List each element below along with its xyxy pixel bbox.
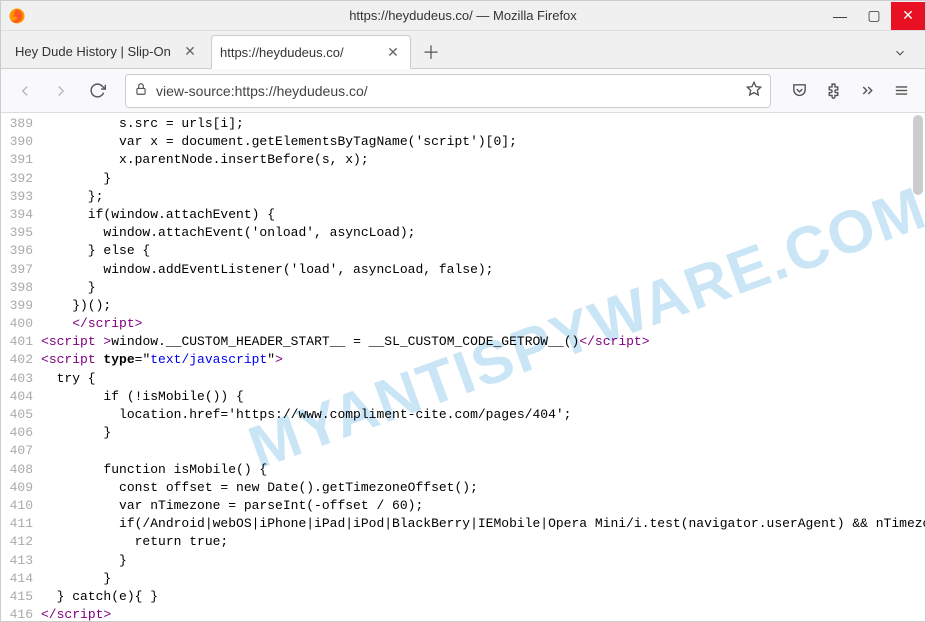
tab-bar: Hey Dude History | Slip-On ✕ https://hey… bbox=[1, 31, 925, 69]
url-bar[interactable] bbox=[125, 74, 771, 108]
tab-label: Hey Dude History | Slip-On bbox=[15, 44, 177, 59]
titlebar: https://heydudeus.co/ — Mozilla Firefox … bbox=[1, 1, 925, 31]
source-line: 413 } bbox=[1, 552, 925, 570]
tab-close-icon[interactable]: ✕ bbox=[181, 42, 199, 60]
source-line: 412 return true; bbox=[1, 533, 925, 551]
source-line: 403 try { bbox=[1, 370, 925, 388]
forward-button[interactable] bbox=[45, 75, 77, 107]
source-line: 408 function isMobile() { bbox=[1, 461, 925, 479]
source-line: 409 const offset = new Date().getTimezon… bbox=[1, 479, 925, 497]
source-line: 410 var nTimezone = parseInt(-offset / 6… bbox=[1, 497, 925, 515]
minimize-button[interactable]: — bbox=[823, 2, 857, 30]
tab-label: https://heydudeus.co/ bbox=[220, 45, 380, 60]
tab-active[interactable]: https://heydudeus.co/ ✕ bbox=[211, 35, 411, 69]
lock-icon bbox=[134, 82, 148, 99]
source-line: 415 } catch(e){ } bbox=[1, 588, 925, 606]
source-line: 400 </script> bbox=[1, 315, 925, 333]
source-line: 396 } else { bbox=[1, 242, 925, 260]
source-line: 414 } bbox=[1, 570, 925, 588]
view-source-pane[interactable]: 389 s.src = urls[i];390 var x = document… bbox=[1, 113, 925, 621]
extensions-button[interactable] bbox=[817, 75, 849, 107]
source-line: 395 window.attachEvent('onload', asyncLo… bbox=[1, 224, 925, 242]
source-line: 401<script >window.__CUSTOM_HEADER_START… bbox=[1, 333, 925, 351]
source-line: 406 } bbox=[1, 424, 925, 442]
reload-button[interactable] bbox=[81, 75, 113, 107]
navigation-bar bbox=[1, 69, 925, 113]
close-button[interactable]: ✕ bbox=[891, 2, 925, 30]
source-line: 399 })(); bbox=[1, 297, 925, 315]
tab-close-icon[interactable]: ✕ bbox=[384, 43, 402, 61]
maximize-button[interactable]: ▢ bbox=[857, 2, 891, 30]
overflow-button[interactable] bbox=[851, 75, 883, 107]
source-line: 394 if(window.attachEvent) { bbox=[1, 206, 925, 224]
url-input[interactable] bbox=[156, 83, 738, 99]
page-content: MYANTISPYWARE.COM 389 s.src = urls[i];39… bbox=[1, 113, 925, 621]
source-line: 389 s.src = urls[i]; bbox=[1, 115, 925, 133]
pocket-button[interactable] bbox=[783, 75, 815, 107]
source-line: 393 }; bbox=[1, 188, 925, 206]
source-line: 390 var x = document.getElementsByTagNam… bbox=[1, 133, 925, 151]
window-title: https://heydudeus.co/ — Mozilla Firefox bbox=[1, 8, 925, 23]
bookmark-star-icon[interactable] bbox=[746, 81, 762, 100]
new-tab-button[interactable]: ＋ bbox=[415, 36, 447, 68]
browser-window: https://heydudeus.co/ — Mozilla Firefox … bbox=[0, 0, 926, 622]
window-controls: — ▢ ✕ bbox=[823, 2, 925, 30]
firefox-icon bbox=[7, 6, 27, 26]
back-button[interactable] bbox=[9, 75, 41, 107]
source-line: 397 window.addEventListener('load', asyn… bbox=[1, 261, 925, 279]
source-line: 391 x.parentNode.insertBefore(s, x); bbox=[1, 151, 925, 169]
source-line: 402<script type="text/javascript"> bbox=[1, 351, 925, 369]
source-line: 392 } bbox=[1, 170, 925, 188]
source-line: 416</script> bbox=[1, 606, 925, 621]
source-line: 404 if (!isMobile()) { bbox=[1, 388, 925, 406]
source-line: 411 if(/Android|webOS|iPhone|iPad|iPod|B… bbox=[1, 515, 925, 533]
menu-button[interactable] bbox=[885, 75, 917, 107]
source-line: 398 } bbox=[1, 279, 925, 297]
source-line: 407 bbox=[1, 442, 925, 460]
tab-inactive[interactable]: Hey Dude History | Slip-On ✕ bbox=[7, 34, 207, 68]
list-tabs-button[interactable] bbox=[885, 38, 915, 68]
source-line: 405 location.href='https://www.complimen… bbox=[1, 406, 925, 424]
